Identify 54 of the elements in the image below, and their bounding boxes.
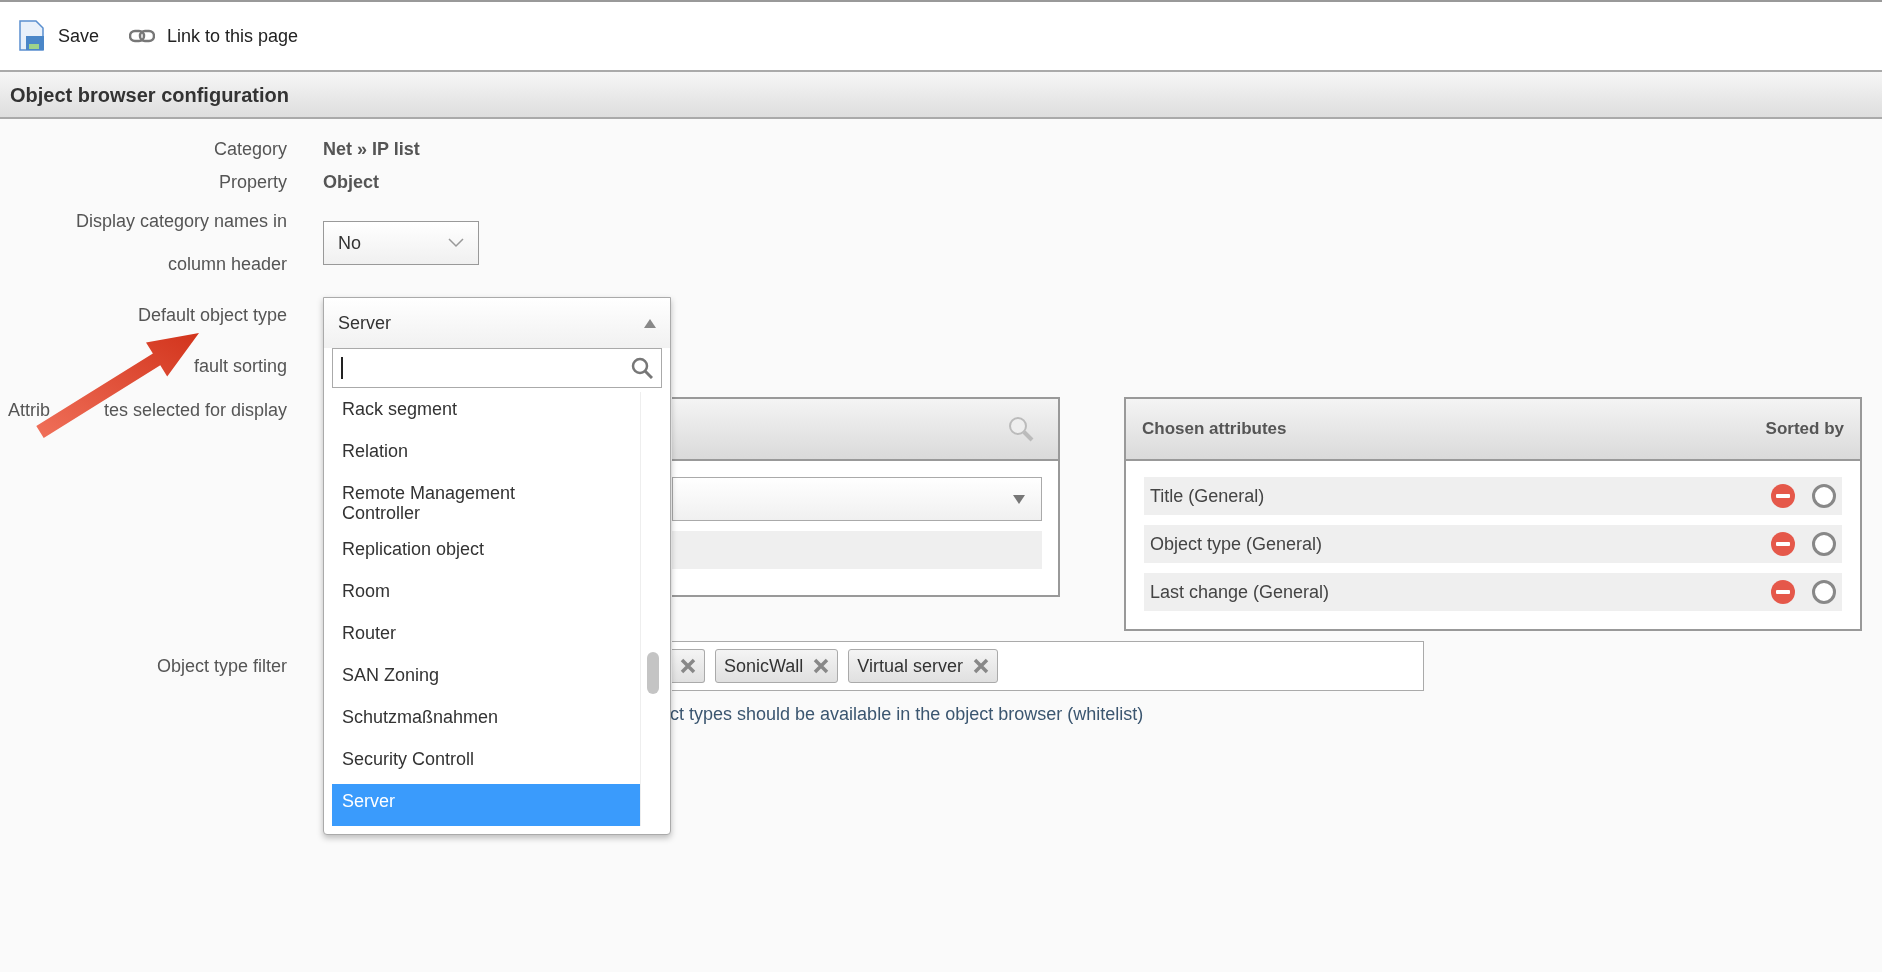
dropdown-option[interactable]: SAN Zoning bbox=[332, 657, 640, 700]
panel-title: Chosen attributes bbox=[1142, 418, 1287, 441]
dropdown-option[interactable]: Security Controll bbox=[332, 741, 640, 784]
remove-icon[interactable] bbox=[813, 658, 830, 674]
field-value: Object bbox=[323, 171, 379, 194]
field-value: Net » IP list bbox=[323, 138, 420, 161]
attribute-label: Last change (General) bbox=[1150, 580, 1330, 604]
tag-label: SonicWall bbox=[724, 654, 804, 678]
dropdown-option[interactable]: Replication object bbox=[332, 531, 640, 574]
scrollbar[interactable] bbox=[640, 392, 662, 826]
save-icon bbox=[18, 20, 46, 52]
dropdown-option[interactable]: Room bbox=[332, 573, 640, 616]
chevron-down-icon bbox=[448, 238, 464, 248]
text-cursor bbox=[341, 357, 343, 379]
search-field[interactable] bbox=[332, 348, 662, 388]
tag-input-field[interactable]: SonicWall Virtual server bbox=[672, 641, 1424, 691]
attribute-label: Title (General) bbox=[1150, 484, 1265, 508]
field-label: Display category names in bbox=[74, 210, 287, 233]
sort-radio[interactable] bbox=[1812, 484, 1836, 508]
remove-icon[interactable] bbox=[1770, 531, 1796, 557]
column-title: Sorted by bbox=[1765, 418, 1844, 441]
section-title: Object browser configuration bbox=[10, 82, 289, 108]
help-text: ct types should be available in the object browser (whitelist) bbox=[670, 703, 1144, 726]
remove-icon[interactable] bbox=[973, 658, 990, 674]
select-field[interactable]: Server bbox=[324, 298, 670, 348]
dropdown-option[interactable]: Rack segment bbox=[332, 392, 640, 434]
attribute-label: Object type (General) bbox=[1150, 532, 1323, 556]
chain-link-icon bbox=[129, 29, 156, 43]
sort-radio[interactable] bbox=[1812, 580, 1836, 604]
dropdown-option[interactable]: Schutzmaßnahmen bbox=[332, 699, 640, 742]
caret-up-icon bbox=[644, 318, 656, 328]
field-label: Default object type bbox=[137, 304, 287, 325]
search-icon bbox=[631, 357, 653, 379]
dropdown-option[interactable]: Remote Management Controller bbox=[332, 476, 640, 532]
field-label: fault sorting bbox=[193, 355, 287, 376]
field-label: tes selected for display bbox=[103, 399, 287, 422]
tag-label: Virtual server bbox=[857, 654, 964, 678]
dropdown-option[interactable]: Relation bbox=[332, 434, 640, 476]
field-label: Attrib bbox=[7, 399, 50, 422]
dropdown-option[interactable]: Router bbox=[332, 615, 640, 658]
select-field[interactable]: No bbox=[323, 221, 479, 265]
field-label: column header bbox=[166, 253, 287, 276]
field-label: Object type filter bbox=[156, 655, 287, 676]
save-button[interactable]: Save bbox=[18, 20, 100, 52]
remove-icon[interactable] bbox=[1770, 579, 1796, 605]
remove-icon[interactable] bbox=[1770, 483, 1796, 509]
sort-radio[interactable] bbox=[1812, 532, 1836, 556]
field-label: Property bbox=[218, 172, 287, 192]
remove-icon[interactable] bbox=[680, 658, 696, 674]
select-field[interactable] bbox=[672, 477, 1042, 521]
caret-down-icon bbox=[1013, 494, 1025, 504]
field-label: Category bbox=[213, 139, 287, 159]
link-button[interactable]: Link to this page bbox=[129, 22, 299, 50]
search-icon[interactable] bbox=[1008, 416, 1034, 442]
